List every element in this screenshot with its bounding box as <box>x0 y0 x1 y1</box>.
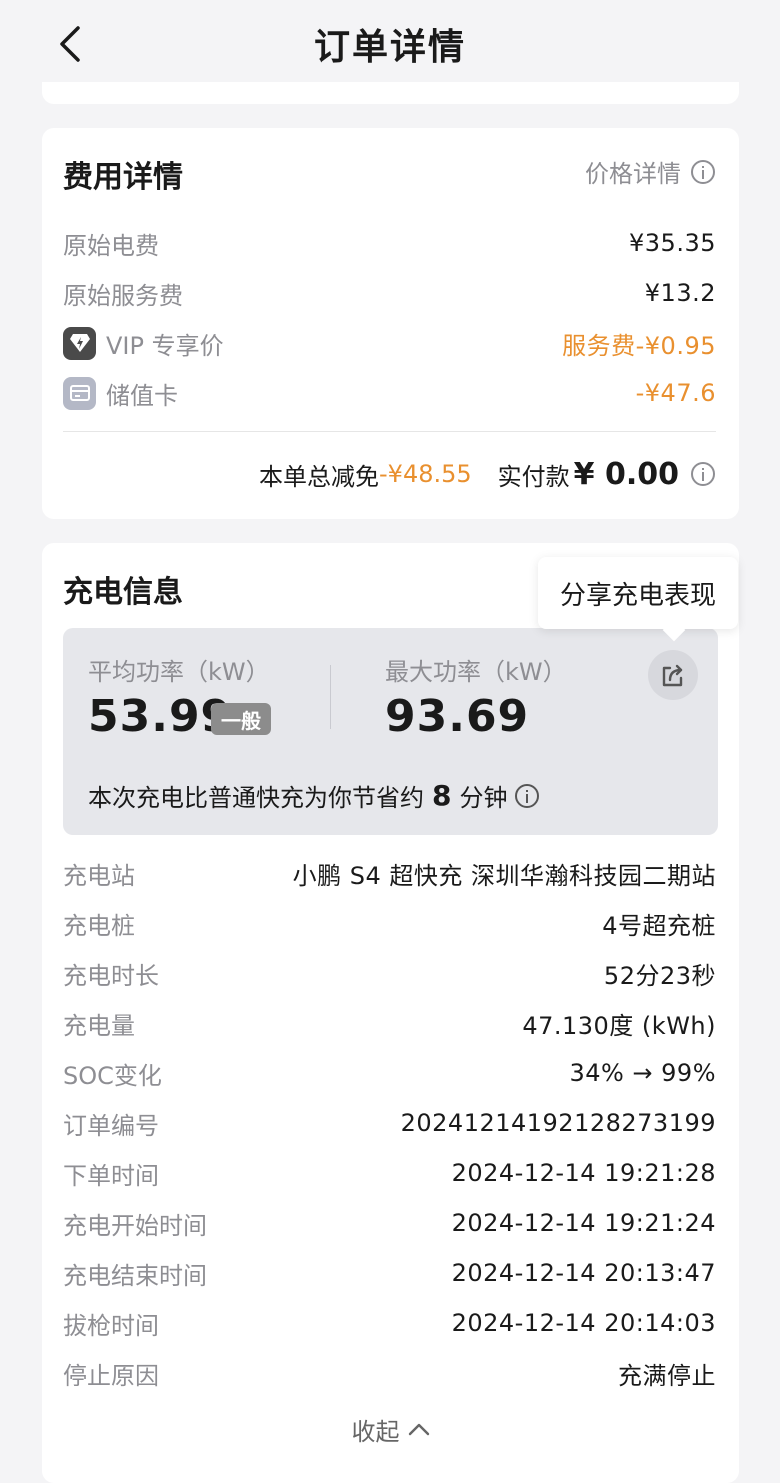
detail-label: 充电桩 <box>63 911 135 940</box>
collapse-label: 收起 <box>351 1417 400 1446</box>
detail-row-energy: 充电量 47.130度 (kWh) <box>63 1005 716 1041</box>
detail-row-order-time: 下单时间 2024-12-14 19:21:28 <box>63 1155 716 1191</box>
saving-suffix: 分钟 <box>459 784 508 812</box>
detail-row-duration: 充电时长 52分23秒 <box>63 955 716 991</box>
detail-value: 2024-12-14 20:14:03 <box>451 1309 716 1337</box>
avg-power-label: 平均功率（kW） <box>88 658 270 686</box>
divider <box>330 665 331 729</box>
collapse-button[interactable]: 收起 <box>42 1409 739 1449</box>
detail-row-station: 充电站 小鹏 S4 超快充 深圳华瀚科技园二期站 <box>63 855 716 891</box>
fee-row-value: -¥47.6 <box>635 379 716 407</box>
max-power-value: 93.69 <box>385 691 530 742</box>
paid-info-icon[interactable] <box>691 462 715 486</box>
saving-minutes: 8 <box>432 779 452 812</box>
detail-label: 充电开始时间 <box>63 1211 207 1240</box>
detail-row-pile: 充电桩 4号超充桩 <box>63 905 716 941</box>
fee-row-value: ¥35.35 <box>629 229 716 257</box>
detail-label: SOC变化 <box>63 1061 162 1090</box>
previous-card-edge <box>42 82 739 104</box>
saving-prefix: 本次充电比普通快充为你节省约 <box>88 784 424 812</box>
detail-row-soc: SOC变化 34% → 99% <box>63 1055 716 1091</box>
nav-bar: 订单详情 <box>0 0 780 88</box>
fee-row-label: VIP 专享价 <box>106 331 224 360</box>
power-stats-panel: 平均功率（kW） 53.99 一般 最大功率（kW） 93.69 本次充电比普通… <box>63 628 718 835</box>
fee-row-label: 储值卡 <box>106 381 178 410</box>
charging-info-card: 充电信息 分享充电表现 平均功率（kW） 53.99 一般 最大功率（kW） 9… <box>42 543 739 1483</box>
fee-row-stored-card: 储值卡 -¥47.6 <box>63 375 716 411</box>
info-icon <box>691 159 715 184</box>
total-discount-label: 本单总减免 <box>259 462 380 491</box>
detail-row-order-id: 订单编号 20241214192128273199 <box>63 1105 716 1141</box>
fee-row-value: 服务费-¥0.95 <box>562 331 716 360</box>
max-power-label: 最大功率（kW） <box>385 658 567 686</box>
detail-row-start-time: 充电开始时间 2024-12-14 19:21:24 <box>63 1205 716 1241</box>
share-tooltip: 分享充电表现 <box>538 557 738 629</box>
detail-value: 34% → 99% <box>569 1059 716 1087</box>
detail-label: 停止原因 <box>63 1361 159 1390</box>
detail-label: 充电结束时间 <box>63 1261 207 1290</box>
share-icon <box>662 664 683 687</box>
detail-row-stop-reason: 停止原因 充满停止 <box>63 1355 716 1391</box>
detail-label: 充电时长 <box>63 961 159 990</box>
detail-value: 4号超充桩 <box>602 911 716 940</box>
fee-section-title: 费用详情 <box>63 160 183 195</box>
detail-row-unplug-time: 拔枪时间 2024-12-14 20:14:03 <box>63 1305 716 1341</box>
share-button[interactable] <box>648 650 698 700</box>
fee-row-electricity: 原始电费 ¥35.35 <box>63 225 716 261</box>
detail-value: 20241214192128273199 <box>400 1109 716 1137</box>
detail-value: 52分23秒 <box>603 961 716 990</box>
detail-value: 2024-12-14 19:21:24 <box>451 1209 716 1237</box>
detail-label: 下单时间 <box>63 1161 159 1190</box>
fee-row-label: 原始电费 <box>63 231 159 260</box>
detail-value: 2024-12-14 19:21:28 <box>451 1159 716 1187</box>
vip-diamond-icon <box>63 326 96 360</box>
detail-value: 47.130度 (kWh) <box>522 1011 716 1040</box>
price-details-link[interactable]: 价格详情 <box>585 154 715 189</box>
detail-value: 小鹏 S4 超快充 深圳华瀚科技园二期站 <box>292 861 716 890</box>
fee-row-service: 原始服务费 ¥13.2 <box>63 275 716 311</box>
charging-section-title: 充电信息 <box>63 575 183 610</box>
detail-row-end-time: 充电结束时间 2024-12-14 20:13:47 <box>63 1255 716 1291</box>
page-title: 订单详情 <box>313 27 466 68</box>
fee-row-value: ¥13.2 <box>644 279 716 307</box>
fee-row-vip: VIP 专享价 服务费-¥0.95 <box>63 325 716 361</box>
detail-value: 充满停止 <box>618 1361 716 1390</box>
detail-label: 充电量 <box>63 1011 135 1040</box>
chevron-up-icon <box>408 1423 429 1436</box>
card-icon <box>63 376 96 410</box>
paid-label: 实付款 <box>497 462 570 491</box>
fee-row-label: 原始服务费 <box>63 281 183 310</box>
detail-value: 2024-12-14 20:13:47 <box>451 1259 716 1287</box>
detail-label: 充电站 <box>63 861 135 890</box>
price-details-label: 价格详情 <box>585 160 681 188</box>
power-level-badge: 一般 <box>211 703 271 735</box>
detail-label: 拔枪时间 <box>63 1311 159 1340</box>
total-summary: 本单总减免 -¥48.55 实付款 ¥ 0.00 <box>259 454 715 494</box>
divider <box>63 431 716 432</box>
paid-amount: ¥ 0.00 <box>573 456 679 492</box>
saving-info-icon[interactable] <box>515 783 540 808</box>
total-discount-value: -¥48.55 <box>379 460 472 488</box>
detail-label: 订单编号 <box>63 1111 159 1140</box>
fee-details-card: 费用详情 价格详情 原始电费 ¥35.35 原始服务费 ¥13.2 VIP 专享… <box>42 128 739 519</box>
time-saving-note: 本次充电比普通快充为你节省约 8 分钟 <box>88 778 540 813</box>
